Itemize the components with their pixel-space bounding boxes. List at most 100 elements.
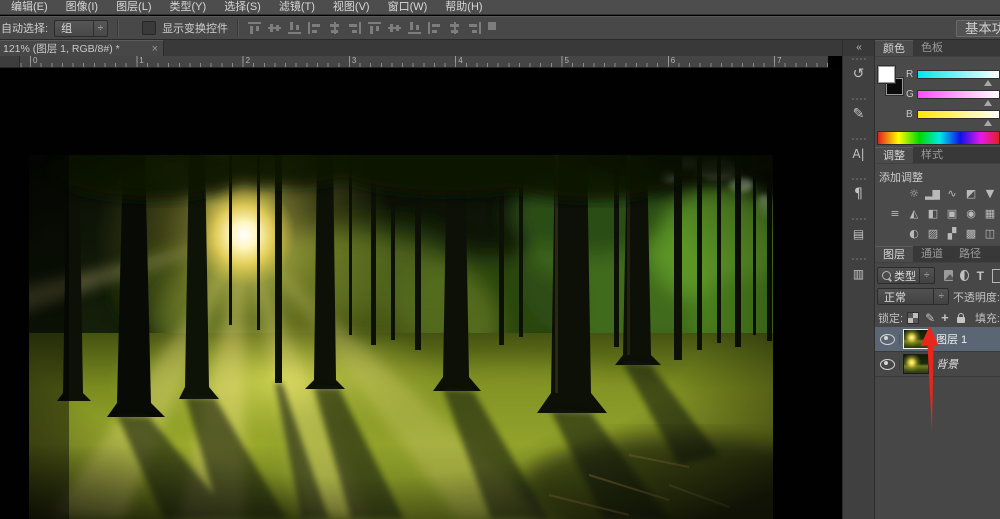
vibrance-icon[interactable]: ▼ xyxy=(982,187,997,201)
filter-adjustment-layers-icon[interactable] xyxy=(960,270,968,281)
visibility-eye-icon[interactable] xyxy=(880,359,895,370)
channel-mixer-icon[interactable]: ◉ xyxy=(963,207,978,221)
search-icon xyxy=(882,271,891,280)
distribute-bottom-edges-icon[interactable] xyxy=(408,22,421,34)
distribute-right-edges-icon[interactable] xyxy=(468,22,481,34)
show-transform-checkbox[interactable] xyxy=(142,21,156,35)
photo-filter-icon[interactable]: ▣ xyxy=(944,207,959,221)
menu-item[interactable]: 视图(V) xyxy=(324,0,379,15)
filter-pixel-layers-icon[interactable] xyxy=(944,270,954,281)
curves-icon[interactable]: ∿ xyxy=(944,187,959,201)
ruler-label: 0 xyxy=(30,56,136,65)
layer-row-1[interactable]: 图层 1 xyxy=(875,327,1000,352)
tab-swatches[interactable]: 色板 xyxy=(913,40,951,56)
lock-row: 锁定: ✎ + 填充: xyxy=(878,310,1000,326)
visibility-eye-icon[interactable] xyxy=(880,334,895,345)
tab-adjustments[interactable]: 调整 xyxy=(875,147,913,163)
blend-mode-value: 正常 xyxy=(878,289,912,305)
grip-dots xyxy=(852,58,866,60)
layer-filter-dropdown[interactable]: 类型 ÷ xyxy=(877,267,935,284)
menu-item[interactable]: 帮助(H) xyxy=(436,0,491,15)
align-vertical-centers-icon[interactable] xyxy=(268,22,281,34)
align-left-edges-icon[interactable] xyxy=(308,22,321,34)
paragraph-panel-icon[interactable]: ¶ xyxy=(843,176,874,216)
menu-item[interactable]: 滤镜(T) xyxy=(270,0,324,15)
layer-thumbnail[interactable] xyxy=(903,354,929,374)
menu-item[interactable]: 编辑(E) xyxy=(2,0,57,15)
layer-name[interactable]: 背景 xyxy=(936,356,958,372)
forest-image[interactable] xyxy=(29,155,773,519)
layer-filter-row: 类型 ÷ T xyxy=(877,267,1000,284)
ruler-corner xyxy=(0,56,20,68)
align-right-edges-icon[interactable] xyxy=(348,22,361,34)
distribute-vertical-centers-icon[interactable] xyxy=(388,22,401,34)
threshold-icon[interactable]: ▞ xyxy=(944,227,959,241)
distribute-left-edges-icon[interactable] xyxy=(428,22,441,34)
auto-select-label: 自动选择: xyxy=(1,20,48,36)
layer-filter-value: 类型 xyxy=(891,268,919,284)
filter-shape-layers-icon[interactable] xyxy=(992,269,1000,283)
tab-paths[interactable]: 路径 xyxy=(951,246,989,262)
align-horizontal-centers-icon[interactable] xyxy=(328,22,341,34)
slider-handle-icon[interactable] xyxy=(984,120,992,126)
grip-dots xyxy=(852,178,866,180)
expand-panels-icon[interactable]: « xyxy=(843,40,874,56)
black-white-icon[interactable]: ◧ xyxy=(925,207,940,221)
align-top-edges-icon[interactable] xyxy=(248,22,261,34)
document-tab[interactable]: 121% (图层 1, RGB/8#) * × xyxy=(0,40,164,56)
exposure-icon[interactable]: ◩ xyxy=(963,187,978,201)
lock-transparency-icon[interactable] xyxy=(907,312,919,324)
levels-icon[interactable]: ▂▆▃ xyxy=(925,187,940,201)
channel-slider[interactable] xyxy=(917,110,1000,119)
notes-panel-icon[interactable]: ▥ xyxy=(843,256,874,296)
hue-saturation-icon[interactable]: ≡ xyxy=(887,207,902,221)
menu-item[interactable]: 图层(L) xyxy=(107,0,160,15)
menu-item[interactable]: 类型(Y) xyxy=(161,0,216,15)
lock-position-icon[interactable]: + xyxy=(941,312,949,324)
channel-slider[interactable] xyxy=(917,70,1000,79)
filter-type-layers-icon[interactable]: T xyxy=(977,269,984,283)
color-lookup-icon[interactable]: ▦ xyxy=(982,207,997,221)
menu-item[interactable]: 选择(S) xyxy=(215,0,270,15)
dropdown-arrows-icon: ÷ xyxy=(93,21,108,36)
tab-color[interactable]: 颜色 xyxy=(875,40,913,56)
layer-thumbnail[interactable] xyxy=(903,329,929,349)
selective-color-icon[interactable]: ◫ xyxy=(982,227,997,241)
brush-presets-panel-icon[interactable]: ✎ xyxy=(843,96,874,136)
separator xyxy=(237,19,239,37)
distribute-top-edges-icon[interactable] xyxy=(368,22,381,34)
tab-channels[interactable]: 通道 xyxy=(913,246,951,262)
workspace-switcher-button[interactable]: 基本功 xyxy=(956,20,1000,37)
brightness-contrast-icon[interactable]: ☼ xyxy=(906,187,921,201)
layer-name[interactable]: 图层 1 xyxy=(936,331,967,347)
character-panel-icon[interactable]: A| xyxy=(843,136,874,176)
menu-item[interactable]: 图像(I) xyxy=(57,0,107,15)
auto-align-layers-icon[interactable] xyxy=(488,22,502,34)
lock-pixels-icon[interactable]: ✎ xyxy=(925,312,935,324)
properties-panel-icon[interactable]: ▤ xyxy=(843,216,874,256)
grip-dots xyxy=(852,138,866,140)
layer-row-background[interactable]: 背景 xyxy=(875,352,1000,377)
gradient-map-icon[interactable]: ▩ xyxy=(963,227,978,241)
posterize-icon[interactable]: ▨ xyxy=(925,227,940,241)
grip-dots xyxy=(852,218,866,220)
tab-layers[interactable]: 图层 xyxy=(875,246,913,262)
foreground-color-swatch[interactable] xyxy=(878,66,895,83)
distribute-horizontal-centers-icon[interactable] xyxy=(448,22,461,34)
lock-all-icon[interactable] xyxy=(957,317,965,323)
blend-mode-dropdown[interactable]: 正常 ÷ xyxy=(877,288,949,305)
color-spectrum-ramp[interactable] xyxy=(877,131,1000,145)
align-distribute-icons xyxy=(248,22,502,34)
tab-close-icon[interactable]: × xyxy=(147,43,163,55)
menu-item[interactable]: 窗口(W) xyxy=(379,0,437,15)
align-bottom-edges-icon[interactable] xyxy=(288,22,301,34)
color-panel-body: R G B xyxy=(875,57,1000,147)
auto-select-dropdown[interactable]: 组 ÷ xyxy=(54,20,108,37)
invert-icon[interactable]: ◐ xyxy=(906,227,921,241)
canvas-pasteboard[interactable] xyxy=(0,68,842,519)
tab-styles[interactable]: 样式 xyxy=(913,147,951,163)
grip-dots xyxy=(852,98,866,100)
channel-slider[interactable] xyxy=(917,90,1000,99)
history-panel-icon[interactable]: ↺ xyxy=(843,56,874,96)
color-balance-icon[interactable]: ◭ xyxy=(906,207,921,221)
